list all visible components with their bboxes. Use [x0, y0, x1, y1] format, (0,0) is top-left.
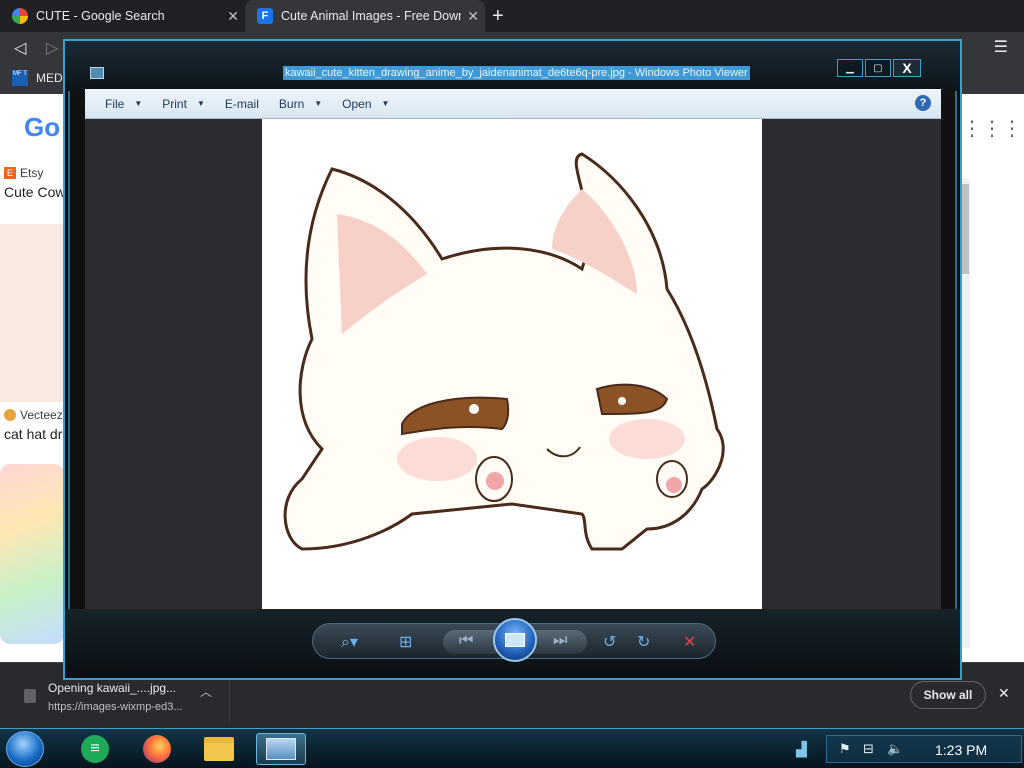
tab-title: CUTE - Google Search [36, 9, 165, 23]
dropdown-arrow-icon: ▼ [381, 99, 390, 108]
result-thumbnail[interactable] [0, 224, 64, 402]
download-url: https://images-wixmp-ed3... [48, 701, 183, 713]
volume-icon[interactable]: 🔈 [887, 741, 903, 757]
result-source: Vecteez [4, 408, 63, 422]
result-thumbnail[interactable] [0, 464, 64, 644]
system-tray: ⚑ ⊟ 🔈 1:23 PM [826, 735, 1022, 763]
download-filename: Opening kawaii_....jpg... [48, 681, 177, 695]
window-title: kawaii_cute_kitten_drawing_anime_by_jaid… [283, 66, 750, 80]
viewer-control-bar: ⌕▾ ⊞ ⏮ ⏭ ↺ ↻ ✕ [312, 618, 716, 662]
network-icon[interactable]: ⊟ [863, 741, 874, 757]
result-source: E Etsy [4, 166, 43, 180]
window-controls: ▁ ▢ X [837, 59, 921, 77]
viewer-control-area: ⌕▾ ⊞ ⏮ ⏭ ↺ ↻ ✕ [65, 609, 960, 678]
photo-viewer-window: kawaii_cute_kitten_drawing_anime_by_jaid… [63, 39, 962, 680]
previous-icon[interactable]: ⏮ [459, 632, 473, 650]
new-tab-button[interactable]: + [492, 5, 504, 28]
google-logo[interactable]: Go [24, 112, 60, 143]
browser-menu-icon[interactable]: ☰ [994, 37, 1008, 57]
close-download-bar-icon[interactable]: ✕ [998, 685, 1010, 702]
etsy-icon: E [4, 167, 16, 179]
taskbar-firefox[interactable] [132, 733, 182, 765]
viewer-menu-bar: File ▼ Print ▼ E-mail Burn ▼ Open ▼ ? [85, 89, 941, 119]
slideshow-icon [505, 633, 525, 647]
google-icon [12, 8, 28, 24]
back-arrow-icon[interactable]: ◁ [14, 38, 26, 58]
folder-icon [204, 737, 234, 761]
delete-icon[interactable]: ✕ [683, 632, 696, 652]
close-tab-icon[interactable]: ✕ [467, 8, 479, 25]
kitten-image [262, 119, 762, 609]
rotate-counterclockwise-icon[interactable]: ↺ [603, 632, 616, 652]
bookmark-icon: MF T [12, 70, 28, 86]
sheets-icon: ≡ [81, 735, 109, 763]
rotate-clockwise-icon[interactable]: ↻ [637, 632, 650, 652]
photo-viewer-app-icon [90, 67, 104, 79]
dropdown-arrow-icon: ▼ [314, 99, 323, 108]
vecteezy-icon [4, 409, 16, 421]
file-icon [24, 689, 36, 703]
show-desktop-area[interactable]: ▟ [766, 733, 826, 765]
taskbar-sheets[interactable]: ≡ [70, 733, 120, 765]
menu-burn[interactable]: Burn ▼ [279, 97, 322, 111]
actual-size-icon[interactable]: ⊞ [399, 632, 412, 652]
menu-email[interactable]: E-mail [225, 97, 259, 111]
close-tab-icon[interactable]: ✕ [227, 8, 239, 25]
result-title[interactable]: cat hat dr [4, 426, 62, 442]
slideshow-button[interactable] [493, 618, 537, 662]
kitten-drawing [283, 152, 725, 551]
desktop-icon: ▟ [796, 741, 807, 757]
next-icon[interactable]: ⏭ [553, 632, 567, 650]
bookmark-med[interactable]: MF T MED [12, 70, 63, 86]
taskbar-photo-viewer[interactable] [256, 733, 306, 765]
dropdown-arrow-icon: ▼ [196, 99, 205, 108]
chevron-up-icon[interactable]: ︿ [200, 683, 212, 700]
photo-viewer-icon [266, 738, 296, 760]
tab-strip: CUTE - Google Search ✕ F Cute Animal Ima… [0, 0, 1024, 32]
menu-file[interactable]: File ▼ [105, 97, 142, 111]
clock[interactable]: 1:23 PM [935, 742, 987, 758]
minimize-button[interactable]: ▁ [837, 59, 863, 77]
taskbar-file-explorer[interactable] [194, 733, 244, 765]
tab-google-search[interactable]: CUTE - Google Search ✕ [0, 0, 245, 32]
bookmark-label: MED [36, 71, 63, 85]
apps-grid-icon[interactable]: ⋮⋮⋮ [962, 116, 1022, 141]
tab-title: Cute Animal Images - Free Downlc [281, 9, 461, 23]
help-icon[interactable]: ? [915, 95, 931, 111]
start-button[interactable] [6, 731, 44, 767]
result-title[interactable]: Cute Cow [4, 184, 65, 200]
show-all-button[interactable]: Show all [910, 681, 986, 709]
flag-icon[interactable]: ⚑ [839, 741, 851, 757]
maximize-button[interactable]: ▢ [865, 59, 891, 77]
title-bar[interactable]: kawaii_cute_kitten_drawing_anime_by_jaid… [65, 41, 960, 91]
forward-arrow-icon[interactable]: ▷ [46, 38, 58, 58]
freepik-icon: F [257, 8, 273, 24]
taskbar: ≡ ▟ ⚑ ⊟ 🔈 1:23 PM [0, 728, 1024, 768]
tab-cute-animal-images[interactable]: F Cute Animal Images - Free Downlc ✕ [245, 0, 485, 32]
menu-open[interactable]: Open ▼ [342, 97, 389, 111]
zoom-icon[interactable]: ⌕▾ [341, 632, 358, 652]
dropdown-arrow-icon: ▼ [134, 99, 143, 108]
firefox-icon [143, 735, 171, 763]
close-button[interactable]: X [893, 59, 921, 77]
image-stage [85, 119, 941, 609]
menu-print[interactable]: Print ▼ [162, 97, 205, 111]
